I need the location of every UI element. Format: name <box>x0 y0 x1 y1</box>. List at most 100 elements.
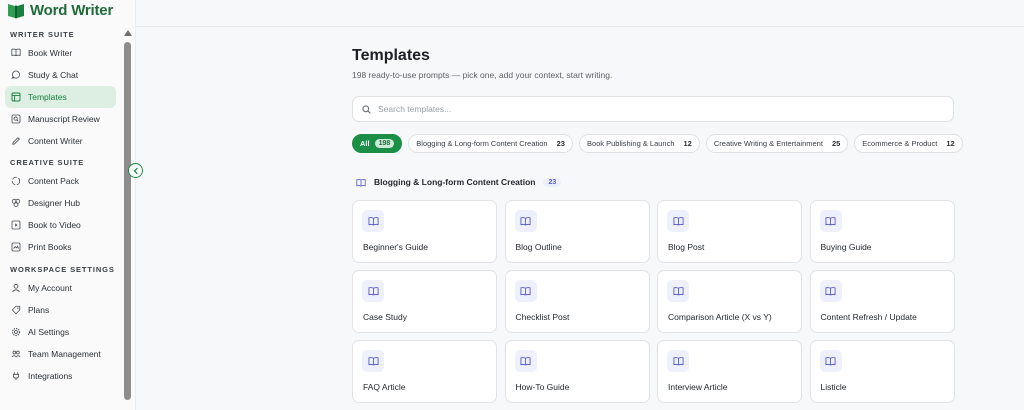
sidebar-section-title: CREATIVE SUITE <box>10 158 85 167</box>
filter-chip-label: All <box>360 139 370 148</box>
book-icon <box>11 48 21 58</box>
scrollbar-thumb[interactable] <box>124 42 131 400</box>
sidebar-item-manuscript-review[interactable]: Manuscript Review <box>5 108 116 130</box>
sidebar-item-label: Book to Video <box>28 220 81 230</box>
sidebar-item-label: Designer Hub <box>28 198 80 208</box>
filter-chip-creative-writing-entertainment[interactable]: Creative Writing & Entertainment 25 <box>705 134 849 153</box>
sidebar-scrollbar[interactable] <box>122 30 132 410</box>
filter-chip-count: 25 <box>831 139 841 148</box>
app-name: Word Writer <box>30 1 114 19</box>
sidebar-item-label: Book Writer <box>28 48 73 58</box>
sidebar-item-my-account[interactable]: My Account <box>5 277 116 299</box>
chat-icon <box>11 70 21 80</box>
template-card-title: How-To Guide <box>515 382 570 392</box>
sidebar-item-book-writer[interactable]: Book Writer <box>5 42 116 64</box>
search-icon <box>362 104 371 114</box>
scroll-up-arrow-icon[interactable] <box>124 30 132 36</box>
template-card-title: Checklist Post <box>515 312 570 322</box>
template-card-title: Blog Outline <box>515 242 562 252</box>
template-card-title: Blog Post <box>668 242 705 252</box>
template-card[interactable]: How-To Guide <box>504 340 650 403</box>
sidebar-item-label: Templates <box>28 92 67 102</box>
filter-chip-label: Creative Writing & Entertainment <box>713 139 823 148</box>
template-card[interactable]: Comparison Article (X vs Y) <box>657 270 802 333</box>
filter-chip-count: 12 <box>946 139 955 148</box>
search-input[interactable] <box>378 104 938 114</box>
template-card-title: Content Refresh / Update <box>820 312 917 322</box>
collapse-sidebar-button[interactable] <box>128 163 143 178</box>
template-card-title: FAQ Article <box>363 382 406 392</box>
book-icon <box>667 210 689 232</box>
sidebar-item-templates[interactable]: Templates <box>5 86 116 108</box>
book-icon <box>356 178 366 186</box>
sidebar-item-team-management[interactable]: Team Management <box>5 343 116 365</box>
sidebar-item-content-pack[interactable]: Content Pack <box>5 170 116 192</box>
template-card-title: Comparison Article (X vs Y) <box>668 312 772 322</box>
filter-chip-all[interactable]: All 198 <box>352 134 403 153</box>
sidebar-item-label: Plans <box>28 305 50 315</box>
category-count-badge: 23 <box>543 177 562 187</box>
sidebar-item-plans[interactable]: Plans <box>5 299 116 321</box>
chevron-left-icon <box>133 167 138 174</box>
template-card[interactable]: Blog Post <box>657 200 802 263</box>
template-card-title: Listicle <box>820 382 847 392</box>
pen-icon <box>11 136 21 146</box>
palette-icon <box>11 198 21 208</box>
sidebar-item-label: Content Pack <box>28 176 80 186</box>
template-card[interactable]: FAQ Article <box>352 340 497 403</box>
book-icon <box>362 210 384 232</box>
sidebar-item-integrations[interactable]: Integrations <box>5 365 116 387</box>
book-icon <box>514 350 537 372</box>
book-icon <box>819 280 842 302</box>
sidebar-item-label: My Account <box>28 283 72 293</box>
page-title: Templates <box>352 47 430 64</box>
filter-chip-blogging-long-form-content-creation[interactable]: Blogging & Long-form Content Creation 23 <box>408 134 573 153</box>
category-title: Blogging & Long-form Content Creation <box>374 177 536 187</box>
sidebar-item-label: Integrations <box>28 371 73 381</box>
template-card[interactable]: Content Refresh / Update <box>809 270 955 333</box>
filter-chip-book-publishing-launch[interactable]: Book Publishing & Launch 12 <box>578 134 700 153</box>
filter-chip-count: 198 <box>374 139 395 148</box>
template-card-title: Buying Guide <box>820 242 872 252</box>
sidebar-item-label: AI Settings <box>28 327 70 337</box>
category-filters: All 198 Blogging & Long-form Content Creat… <box>352 134 963 153</box>
sidebar-item-study-chat[interactable]: Study & Chat <box>5 64 116 86</box>
template-card-title: Interview Article <box>668 382 728 392</box>
app-logo[interactable]: Word Writer <box>6 0 113 20</box>
book-icon <box>362 350 384 372</box>
book-logo-icon <box>6 1 26 19</box>
template-card[interactable]: Interview Article <box>657 340 802 403</box>
sidebar-item-ai-settings[interactable]: AI Settings <box>5 321 116 343</box>
book-icon <box>667 280 689 302</box>
team-icon <box>11 349 21 359</box>
template-card[interactable]: Blog Outline <box>504 200 650 263</box>
sidebar-item-label: Content Writer <box>28 136 83 146</box>
sidebar-item-label: Manuscript Review <box>28 114 100 124</box>
search-bar[interactable] <box>352 96 954 122</box>
plug-icon <box>11 371 21 381</box>
sidebar-item-designer-hub[interactable]: Designer Hub <box>5 192 116 214</box>
template-card[interactable]: Listicle <box>809 340 955 403</box>
sidebar-item-label: Study & Chat <box>28 70 79 80</box>
sidebar-item-print-books[interactable]: Print Books <box>5 236 116 258</box>
template-card[interactable]: Case Study <box>352 270 497 333</box>
template-card-title: Beginner's Guide <box>363 242 428 252</box>
template-card[interactable]: Checklist Post <box>504 270 650 333</box>
sidebar-item-content-writer[interactable]: Content Writer <box>5 130 116 152</box>
sidebar-item-book-to-video[interactable]: Book to Video <box>5 214 116 236</box>
filter-chip-label: Ecommerce & Product <box>862 139 938 148</box>
template-card[interactable]: Beginner's Guide <box>352 200 497 263</box>
book-icon <box>362 280 384 302</box>
filter-chip-ecommerce-product[interactable]: Ecommerce & Product 12 <box>854 134 963 153</box>
top-bar <box>136 0 1024 27</box>
book-icon <box>819 350 842 372</box>
book-icon <box>667 350 689 372</box>
sidebar-item-label: Print Books <box>28 242 72 252</box>
template-card[interactable]: Buying Guide <box>809 200 955 263</box>
book-icon <box>514 280 537 302</box>
gear-icon <box>11 327 21 337</box>
review-icon <box>11 114 21 124</box>
print-icon <box>11 242 21 252</box>
pack-icon <box>11 176 21 186</box>
sidebar-nav: WRITER SUITE Book Writer Study & Chat Templ… <box>0 28 122 387</box>
